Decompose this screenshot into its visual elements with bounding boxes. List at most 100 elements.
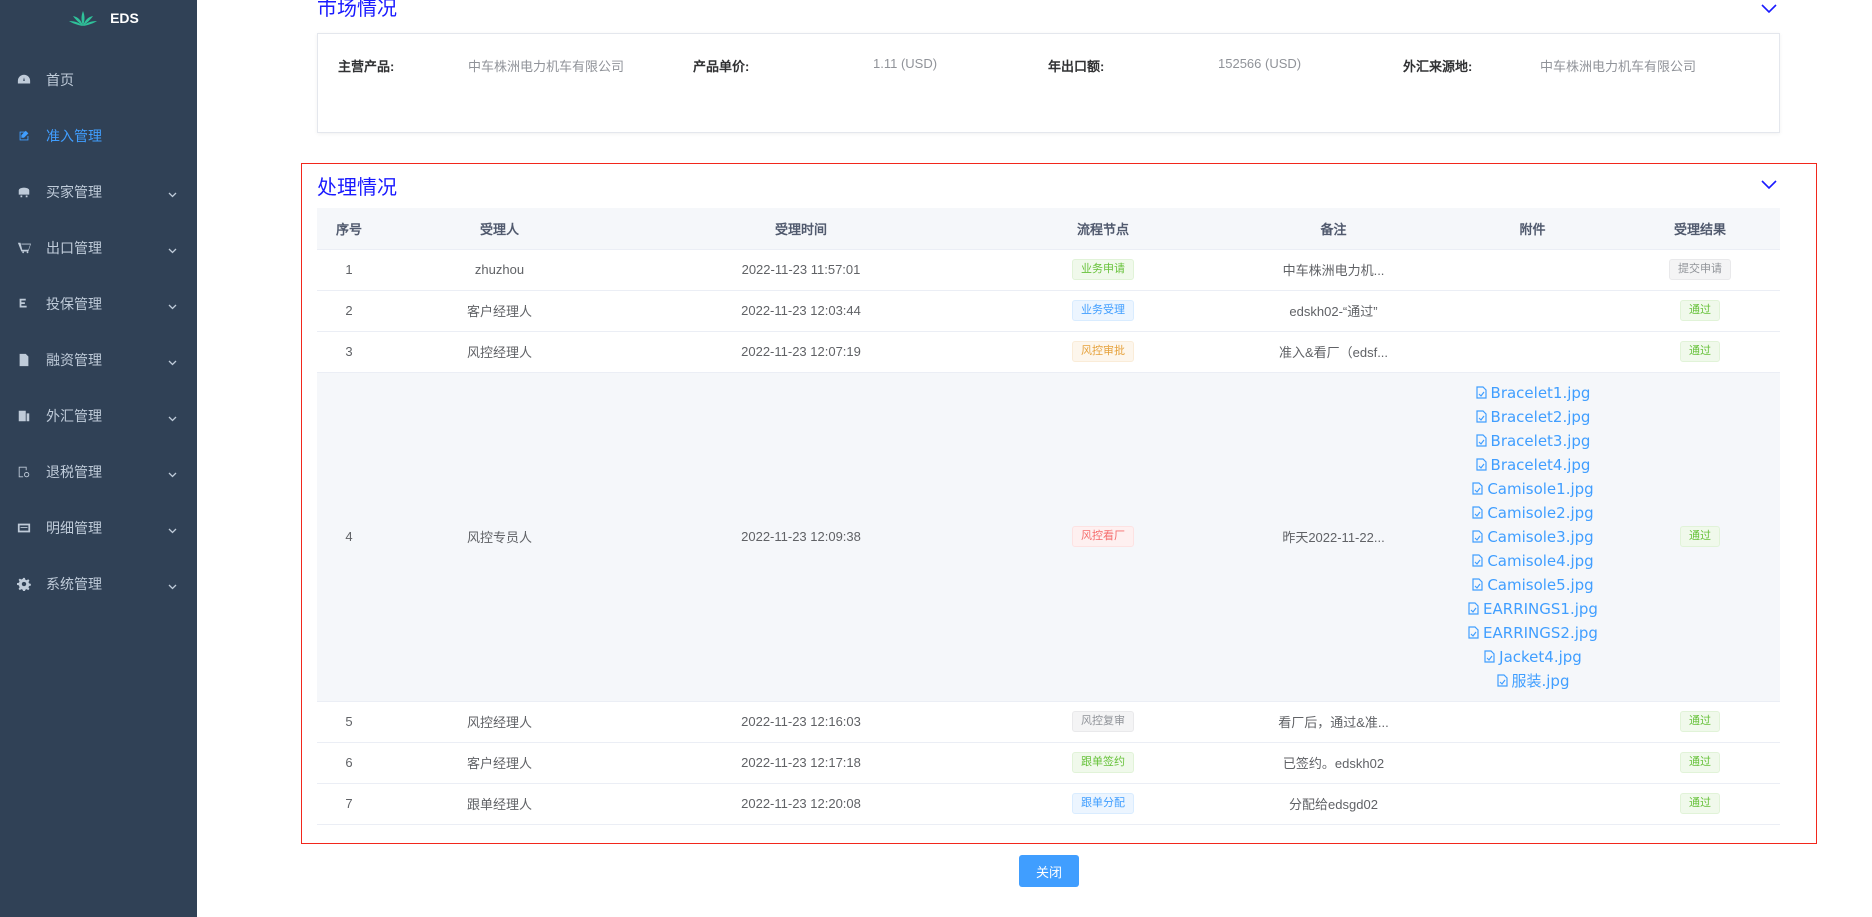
node-tag: 业务申请	[1072, 259, 1134, 280]
row-handler: 客户经理人	[466, 304, 532, 319]
attachment-name: Jacket4.jpg	[1499, 647, 1582, 666]
file-icon	[1472, 577, 1483, 591]
attachment-link[interactable]: Camisole2.jpg	[1467, 501, 1598, 525]
attachment-link[interactable]: Camisole3.jpg	[1467, 525, 1598, 549]
attachment-name: Bracelet1.jpg	[1490, 383, 1591, 402]
chevron-down-icon[interactable]	[1761, 178, 1777, 190]
row-remark: 已签约。edskh02	[1282, 756, 1385, 771]
attachment-link[interactable]: EARRINGS1.jpg	[1467, 597, 1598, 621]
sidebar-item-label: 融资管理	[46, 352, 102, 368]
table-row: 4 风控专员人 2022-11-23 12:09:38 风控看厂 昨天2022-11-2…	[317, 372, 1780, 702]
attachment-link[interactable]: EARRINGS2.jpg	[1467, 621, 1598, 645]
sidebar-item[interactable]: 明细管理	[0, 500, 197, 556]
file-icon	[1496, 673, 1508, 687]
cart-icon	[16, 241, 31, 256]
attachment-name: Camisole3.jpg	[1487, 527, 1594, 546]
edit-icon	[16, 129, 31, 144]
attachment-link[interactable]: Camisole4.jpg	[1467, 549, 1598, 573]
market-section-title: 市场情况	[317, 0, 397, 20]
exchange-icon	[16, 409, 31, 424]
row-remark: 看厂后，通过&准...	[1278, 715, 1389, 730]
row-handler: 风控经理人	[466, 345, 532, 360]
insurance-icon	[16, 297, 31, 312]
file-icon	[1475, 385, 1487, 399]
result-tag: 通过	[1680, 300, 1720, 321]
attachment-name: Camisole2.jpg	[1487, 503, 1594, 522]
chevron-down-icon	[168, 354, 177, 366]
sidebar-item[interactable]: 出口管理	[0, 220, 197, 276]
chevron-down-icon[interactable]	[1761, 2, 1777, 14]
row-handler: 风控专员人	[466, 530, 532, 545]
attachment-link[interactable]: Camisole5.jpg	[1467, 573, 1598, 597]
node-tag: 风控看厂	[1072, 526, 1134, 547]
column-header: 受理时间	[618, 208, 984, 250]
table-row: 3 风控经理人 2022-11-23 12:07:19 风控审批 准入&看厂（edsf.…	[317, 331, 1780, 373]
row-number: 7	[345, 796, 353, 811]
attachment-list: Bracelet1.jpg Bracelet2.jpg Bracelet3.jpg B…	[1467, 381, 1598, 693]
field-value: 中车株洲电力机车有限公司	[1540, 59, 1697, 74]
column-header: 受理结果	[1620, 208, 1780, 250]
row-handler: 跟单经理人	[466, 797, 532, 812]
table-row: 2 客户经理人 2022-11-23 12:03:44 业务受理 edskh02-“通过…	[317, 290, 1780, 332]
sidebar-item[interactable]: 系统管理	[0, 556, 197, 612]
column-header: 序号	[317, 208, 381, 250]
node-tag: 风控复审	[1072, 711, 1134, 732]
result-tag: 通过	[1680, 793, 1720, 814]
field-main-product: 主营产品: 中车株洲电力机车有限公司	[338, 56, 624, 75]
row-remark: 中车株洲电力机...	[1282, 263, 1385, 278]
attachment-name: Camisole1.jpg	[1487, 479, 1594, 498]
sidebar-menu: 首页 准入管理 买家管理出口管理投保管理融资管理外汇管理 退税管理 明细管理 系统管理	[0, 52, 197, 612]
app-logo[interactable]: EDS	[0, 0, 197, 36]
attachment-link[interactable]: Jacket4.jpg	[1467, 645, 1598, 669]
attachment-name: Camisole5.jpg	[1487, 575, 1594, 594]
row-remark: 分配给edsgd02	[1289, 797, 1378, 812]
sidebar-item[interactable]: 买家管理	[0, 164, 197, 220]
node-tag: 风控审批	[1072, 341, 1134, 362]
node-tag: 跟单分配	[1072, 793, 1134, 814]
sidebar-item[interactable]: 融资管理	[0, 332, 197, 388]
row-remark: 昨天2022-11-22...	[1282, 530, 1385, 545]
file-icon	[1472, 505, 1483, 519]
attachment-link[interactable]: Bracelet4.jpg	[1467, 453, 1598, 477]
tax-icon	[16, 465, 31, 480]
row-number: 1	[345, 262, 353, 277]
file-icon	[1475, 409, 1487, 423]
process-section-title: 处理情况	[317, 175, 397, 199]
node-tag: 跟单签约	[1072, 752, 1134, 773]
row-time: 2022-11-23 12:09:38	[741, 529, 861, 544]
close-button[interactable]: 关闭	[1019, 855, 1079, 887]
sidebar-item-label: 投保管理	[46, 296, 102, 312]
row-time: 2022-11-23 12:16:03	[741, 714, 861, 729]
attachment-link[interactable]: Camisole1.jpg	[1467, 477, 1598, 501]
field-value: 中车株洲电力机车有限公司	[468, 59, 625, 74]
sidebar-item[interactable]: 首页	[0, 52, 197, 108]
attachment-name: Bracelet3.jpg	[1490, 431, 1591, 450]
row-handler: 风控经理人	[466, 715, 532, 730]
sidebar-item[interactable]: 准入管理	[0, 108, 197, 164]
table-row: 1 zhuzhou 2022-11-23 11:57:01 业务申请 中车株洲电力机..…	[317, 249, 1780, 291]
node-tag: 业务受理	[1072, 300, 1134, 321]
buyer-icon	[16, 185, 31, 200]
field-value: 1.11 (USD)	[873, 56, 938, 71]
field-label: 外汇来源地:	[1403, 59, 1473, 74]
row-remark: 准入&看厂（edsf...	[1278, 345, 1389, 360]
attachment-link[interactable]: Bracelet2.jpg	[1467, 405, 1598, 429]
attachment-name: EARRINGS1.jpg	[1483, 599, 1598, 618]
sidebar-item-label: 出口管理	[46, 240, 102, 256]
attachment-link[interactable]: Bracelet1.jpg	[1467, 381, 1598, 405]
file-icon	[1472, 553, 1483, 567]
row-handler: zhuzhou	[474, 262, 525, 277]
sidebar-item[interactable]: 外汇管理	[0, 388, 197, 444]
field-fx-source: 外汇来源地: 中车株洲电力机车有限公司	[1403, 56, 1696, 75]
file-icon	[1484, 649, 1495, 663]
table-row: 6 客户经理人 2022-11-23 12:17:18 跟单签约 已签约。edskh02…	[317, 742, 1780, 784]
sidebar-item[interactable]: 退税管理	[0, 444, 197, 500]
chevron-down-icon	[168, 242, 177, 254]
row-number: 6	[345, 755, 353, 770]
attachment-link[interactable]: 服装.jpg	[1467, 669, 1598, 693]
sidebar-item[interactable]: 投保管理	[0, 276, 197, 332]
attachment-link[interactable]: Bracelet3.jpg	[1467, 429, 1598, 453]
row-number: 5	[345, 714, 353, 729]
app-name: EDS	[110, 10, 139, 26]
table-row: 5 风控经理人 2022-11-23 12:16:03 风控复审 看厂后，通过&准...…	[317, 701, 1780, 743]
